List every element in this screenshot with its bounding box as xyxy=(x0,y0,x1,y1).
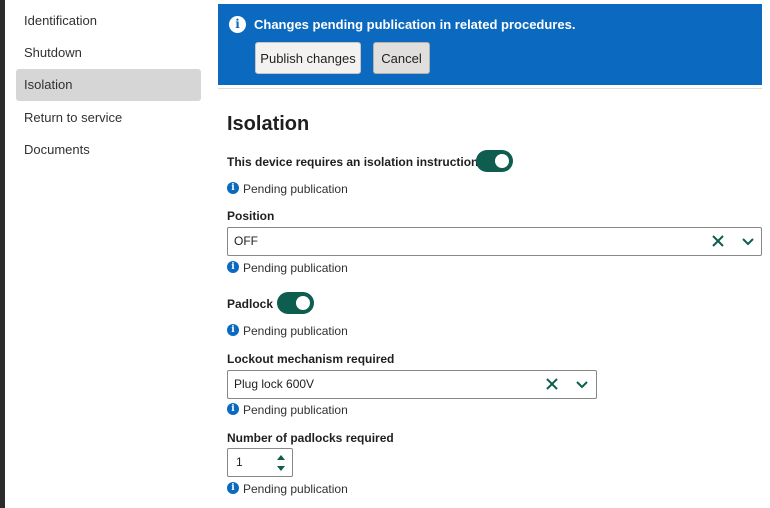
padlock-count-stepper[interactable]: 1 xyxy=(227,448,293,477)
padlock-status: i Pending publication xyxy=(227,324,348,338)
info-icon: i xyxy=(227,261,239,273)
isolation-instruction-toggle[interactable] xyxy=(476,150,513,172)
padlock-count-status: i Pending publication xyxy=(227,482,348,496)
sidebar-item-isolation[interactable]: Isolation xyxy=(16,69,201,101)
lockout-mechanism-value: Plug lock 600V xyxy=(234,377,315,391)
toggle-knob xyxy=(495,154,509,168)
padlock-count-label: Number of padlocks required xyxy=(227,431,394,445)
padlock-count-value: 1 xyxy=(236,455,243,469)
info-icon: i xyxy=(227,182,239,194)
caret-down-icon[interactable] xyxy=(276,463,286,473)
info-icon: i xyxy=(227,324,239,336)
sidebar-item-documents[interactable]: Documents xyxy=(16,134,201,166)
status-text: Pending publication xyxy=(243,261,348,275)
position-status: i Pending publication xyxy=(227,261,348,275)
sidebar-item-return-to-service[interactable]: Return to service xyxy=(16,102,201,134)
lockout-mechanism-status: i Pending publication xyxy=(227,403,348,417)
toggle-knob xyxy=(296,296,310,310)
isolation-instruction-status: i Pending publication xyxy=(227,182,348,196)
lockout-mechanism-label: Lockout mechanism required xyxy=(227,352,395,366)
sidebar: Identification Shutdown Isolation Return… xyxy=(5,0,210,508)
page-title: Isolation xyxy=(227,113,310,135)
publish-changes-button[interactable]: Publish changes xyxy=(255,42,361,74)
info-icon: i xyxy=(227,403,239,415)
sidebar-item-shutdown[interactable]: Shutdown xyxy=(16,37,201,69)
position-select[interactable]: OFF xyxy=(227,227,762,256)
chevron-down-icon[interactable] xyxy=(574,376,590,392)
banner-message: Changes pending publication in related p… xyxy=(254,17,576,32)
status-text: Pending publication xyxy=(243,482,348,496)
position-label: Position xyxy=(227,209,275,223)
divider xyxy=(218,88,762,89)
chevron-down-icon[interactable] xyxy=(740,233,756,249)
close-icon[interactable] xyxy=(544,376,560,392)
close-icon[interactable] xyxy=(710,233,726,249)
padlock-toggle[interactable] xyxy=(277,292,314,314)
caret-up-icon[interactable] xyxy=(276,453,286,463)
lockout-mechanism-select[interactable]: Plug lock 600V xyxy=(227,370,597,399)
pending-changes-banner: i Changes pending publication in related… xyxy=(218,4,762,85)
info-icon: i xyxy=(227,482,239,494)
position-value: OFF xyxy=(234,234,258,248)
cancel-button[interactable]: Cancel xyxy=(373,42,430,74)
isolation-instruction-label: This device requires an isolation instru… xyxy=(227,155,479,169)
status-text: Pending publication xyxy=(243,403,348,417)
status-text: Pending publication xyxy=(243,182,348,196)
padlock-label: Padlock xyxy=(227,297,274,311)
sidebar-item-identification[interactable]: Identification xyxy=(16,5,201,37)
info-icon: i xyxy=(229,16,246,33)
status-text: Pending publication xyxy=(243,324,348,338)
